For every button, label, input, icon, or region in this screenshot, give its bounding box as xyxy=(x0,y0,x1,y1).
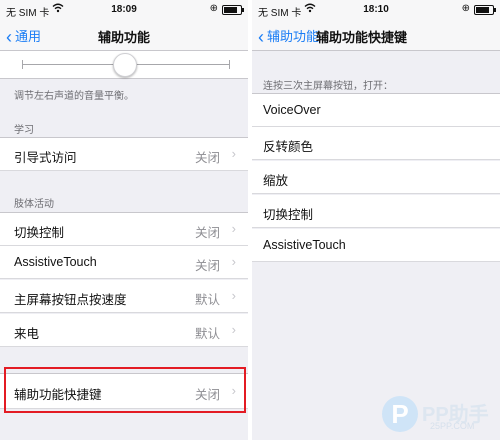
status-bar: 无 SIM 卡 18:09 ⊕ xyxy=(0,0,248,20)
slider-right-tick xyxy=(229,60,230,69)
row-label: 引导式访问 xyxy=(14,151,77,165)
row-label: 主屏幕按钮点按速度 xyxy=(14,293,127,307)
option-label: AssistiveTouch xyxy=(263,238,346,252)
row-home-click-speed[interactable]: 主屏幕按钮点按速度 默认 › xyxy=(0,280,248,313)
option-switch-control[interactable]: 切换控制 xyxy=(252,195,500,228)
balance-note: 调节左右声道的音量平衡。 xyxy=(14,91,134,102)
row-value: 默认 xyxy=(194,327,220,341)
option-label: VoiceOver xyxy=(263,103,321,117)
chevron-right-icon: › xyxy=(231,146,236,161)
row-value: 默认 xyxy=(194,293,220,307)
row-label: AssistiveTouch xyxy=(14,255,97,269)
battery-icon xyxy=(474,5,496,15)
row-guided-access[interactable]: 引导式访问 关闭 › xyxy=(0,137,248,171)
chevron-right-icon: › xyxy=(231,254,236,269)
slider-knob[interactable] xyxy=(113,53,137,77)
page-title: 辅助功能快捷键 xyxy=(316,30,408,45)
back-button[interactable]: ‹ 辅助功能 xyxy=(258,26,320,47)
row-value: 关闭 xyxy=(194,226,220,240)
battery-icon xyxy=(222,5,244,15)
watermark-logo: P PP助手 25PP.COM xyxy=(382,396,494,434)
watermark-site: 25PP.COM xyxy=(430,421,475,431)
right-screen: 无 SIM 卡 18:10 ⊕ ‹ 辅助功能 辅助功能快捷键 连按三次主屏幕按钮，… xyxy=(252,0,500,440)
back-button-label: 辅助功能 xyxy=(267,29,320,44)
section-header-learning: 学习 xyxy=(14,125,34,136)
chevron-right-icon: › xyxy=(231,322,236,337)
row-assistive-touch[interactable]: AssistiveTouch 关闭 › xyxy=(0,246,248,279)
option-invert-colors[interactable]: 反转颜色 xyxy=(252,127,500,160)
row-switch-control[interactable]: 切换控制 关闭 › xyxy=(0,212,248,246)
status-bar: 无 SIM 卡 18:10 ⊕ xyxy=(252,0,500,20)
row-incoming-call[interactable]: 来电 默认 › xyxy=(0,314,248,347)
section-header-triple-click: 连按三次主屏幕按钮，打开： xyxy=(263,81,393,92)
row-label: 来电 xyxy=(14,327,40,341)
chevron-right-icon: › xyxy=(231,221,236,236)
pp-logo-icon: P xyxy=(382,396,418,432)
page-title: 辅助功能 xyxy=(97,30,150,45)
option-zoom[interactable]: 缩放 xyxy=(252,161,500,194)
rotation-lock-icon: ⊕ xyxy=(209,3,218,14)
option-voiceover[interactable]: VoiceOver xyxy=(252,93,500,127)
chevron-left-icon: ‹ xyxy=(258,27,264,47)
navigation-bar: ‹ 辅助功能 辅助功能快捷键 xyxy=(252,20,500,51)
section-header-physical: 肢体活动 xyxy=(14,199,54,210)
chevron-right-icon: › xyxy=(231,288,236,303)
row-label: 切换控制 xyxy=(14,226,65,240)
balance-slider[interactable] xyxy=(0,51,248,79)
option-assistive-touch[interactable]: AssistiveTouch xyxy=(252,229,500,262)
option-label: 缩放 xyxy=(263,174,289,188)
row-value: 关闭 xyxy=(194,151,220,165)
row-value: 关闭 xyxy=(194,259,220,273)
highlight-box xyxy=(4,367,246,413)
left-screen: 无 SIM 卡 18:09 ⊕ ‹ 通用 辅助功能 调节左右声道的音量平衡。 学习… xyxy=(0,0,248,440)
navigation-bar: ‹ 通用 辅助功能 xyxy=(0,20,248,51)
option-label: 切换控制 xyxy=(263,208,314,222)
option-label: 反转颜色 xyxy=(263,140,314,154)
rotation-lock-icon: ⊕ xyxy=(461,3,470,14)
